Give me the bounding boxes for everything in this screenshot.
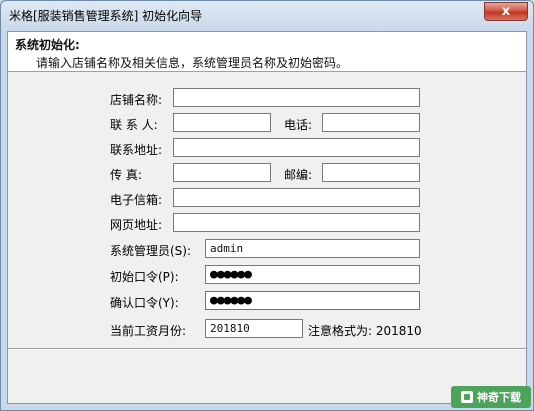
phone-label: 电话: [284,118,313,132]
init-form: 店铺名称: 联 系 人: 电话: 联系地址: 传 真: 邮编: 电子信箱: 网页… [8,32,526,405]
wizard-client-area: 系统初始化: 请输入店铺名称及相关信息，系统管理员名称及初始密码。 店铺名称: … [7,31,527,404]
admin-label: 系统管理员(S): [110,244,192,258]
close-icon: x [501,4,511,19]
watermark-text: 神奇下载 [477,391,521,404]
store-name-input[interactable] [173,88,420,107]
postcode-label: 邮编: [284,168,313,182]
fax-label: 传 真: [110,168,142,182]
dialog-window: 米格[服装销售管理系统] 初始化向导 x 系统初始化: 请输入店铺名称及相关信息… [0,0,534,411]
init-password-label: 初始口令(P): [110,270,179,284]
window-title: 米格[服装销售管理系统] 初始化向导 [9,9,203,23]
confirm-password-label: 确认口令(Y): [110,296,179,310]
init-password-input[interactable]: ●●●●●● [205,265,420,284]
website-input[interactable] [173,213,420,232]
email-input[interactable] [173,188,420,207]
salary-month-input[interactable]: 201810 [205,319,303,338]
salary-month-label: 当前工资月份: [110,324,187,338]
postcode-input[interactable] [322,163,420,182]
fax-input[interactable] [173,163,271,182]
contact-input[interactable] [173,113,271,132]
contact-label: 联 系 人: [110,118,158,132]
address-input[interactable] [173,138,420,157]
format-note: 注意格式为: 201810 [308,324,422,338]
admin-input[interactable]: admin [205,239,420,258]
website-label: 网页地址: [110,218,163,232]
title-bar[interactable]: 米格[服装销售管理系统] 初始化向导 x [1,1,533,29]
phone-input[interactable] [322,113,420,132]
store-name-label: 店铺名称: [110,93,163,107]
close-button[interactable]: x [484,2,528,21]
footer-separator [8,348,526,350]
watermark-badge: 神奇下载 [451,386,531,408]
download-logo-icon [461,391,473,403]
confirm-password-input[interactable]: ●●●●●● [205,291,420,310]
address-label: 联系地址: [110,143,163,157]
email-label: 电子信箱: [110,193,163,207]
